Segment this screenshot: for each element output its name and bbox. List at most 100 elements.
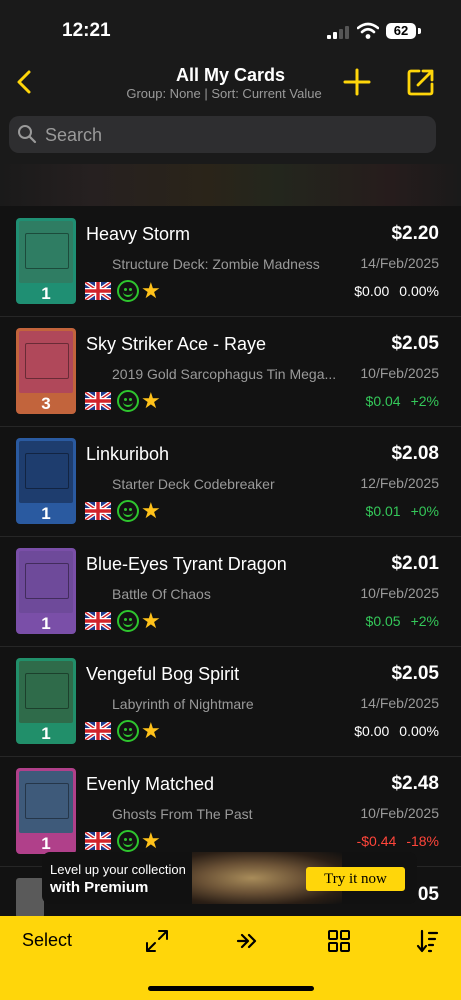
card-price: $2.08 — [391, 443, 439, 464]
search-icon — [18, 125, 37, 144]
card-quantity: 1 — [41, 614, 51, 633]
price-change-percent: 0.00% — [399, 723, 439, 739]
try-premium-button[interactable]: Try it now — [306, 867, 405, 891]
card-name: Sky Striker Ace - Raye — [86, 334, 267, 354]
uk-flag-icon — [85, 392, 111, 410]
share-icon[interactable] — [404, 65, 438, 99]
list-item[interactable]: 1 Vengeful Bog Spirit Labyrinth of Night… — [0, 646, 461, 757]
card-thumbnail: 1 — [16, 438, 76, 524]
card-thumbnail — [16, 878, 44, 918]
uk-flag-icon — [85, 612, 111, 630]
star-icon: ★ — [141, 498, 161, 523]
card-name: Vengeful Bog Spirit — [86, 664, 240, 684]
star-icon: ★ — [141, 718, 161, 743]
price-change-amount: $0.00 — [354, 723, 390, 739]
card-art-window — [25, 343, 69, 379]
price-change: -$0.44 -18% — [357, 833, 439, 849]
card-name: Blue-Eyes Tyrant Dragon — [86, 554, 287, 574]
uk-flag-icon — [85, 832, 111, 850]
card-thumbnail: 1 — [16, 548, 76, 634]
card-art-window — [25, 453, 69, 489]
card-price-date: 14/Feb/2025 — [360, 695, 439, 711]
star-icon: ★ — [141, 388, 161, 413]
list-item[interactable]: 1 Linkuriboh Starter Deck Codebreaker ★ … — [0, 426, 461, 537]
card-artwork — [19, 441, 73, 503]
search-input[interactable] — [43, 116, 427, 155]
search-box[interactable] — [9, 116, 436, 155]
card-thumbnail: 1 — [16, 768, 76, 854]
bottom-toolbar: Select — [0, 916, 461, 1000]
card-thumbnail: 1 — [16, 658, 76, 744]
uk-flag-icon — [85, 502, 111, 520]
grid-icon[interactable] — [326, 928, 352, 954]
condition-smile-icon — [117, 500, 139, 522]
condition-smile-icon — [117, 720, 139, 742]
card-artwork — [19, 551, 73, 613]
sort-icon[interactable] — [414, 928, 440, 954]
select-button[interactable]: Select — [22, 930, 72, 951]
premium-promo-banner[interactable]: Level up your collection with Premium Tr… — [42, 852, 417, 904]
condition-smile-icon — [117, 280, 139, 302]
condition-smile-icon — [117, 610, 139, 632]
card-art-window — [25, 233, 69, 269]
page-subtitle: Group: None | Sort: Current Value — [126, 86, 322, 101]
price-change: $0.00 0.00% — [354, 723, 439, 739]
price-change: $0.01 +0% — [366, 503, 439, 519]
price-change-percent: +2% — [410, 393, 439, 409]
price-change-amount: $0.01 — [365, 503, 401, 519]
wifi-icon — [357, 22, 379, 39]
list-item[interactable]: 1 Blue-Eyes Tyrant Dragon Battle Of Chao… — [0, 536, 461, 647]
ad-banner-strip — [0, 164, 461, 206]
uk-flag-icon — [85, 282, 111, 300]
card-artwork — [19, 771, 73, 833]
card-price-date: 10/Feb/2025 — [360, 805, 439, 821]
price-change-percent: +0% — [410, 503, 439, 519]
card-price: $2.01 — [391, 553, 439, 574]
status-time: 12:21 — [62, 20, 111, 41]
status-bar: 12:21 62 — [0, 0, 461, 58]
price-change-amount: -$0.44 — [356, 833, 397, 849]
card-set: Structure Deck: Zombie Madness — [112, 256, 320, 272]
card-price: 05 — [417, 884, 439, 905]
card-art-window — [25, 673, 69, 709]
price-change-percent: 0.00% — [399, 283, 439, 299]
card-name: Evenly Matched — [86, 774, 215, 794]
price-change-amount: $0.00 — [354, 283, 390, 299]
price-change: $0.00 0.00% — [354, 283, 439, 299]
card-price: $2.48 — [391, 773, 439, 794]
card-quantity: 1 — [41, 504, 51, 523]
card-art-window — [25, 563, 69, 599]
card-quantity: 1 — [41, 284, 51, 303]
list-item[interactable]: 3 Sky Striker Ace - Raye 2019 Gold Sarco… — [0, 316, 461, 427]
search-bar — [0, 106, 461, 164]
star-icon: ★ — [141, 278, 161, 303]
card-price: $2.05 — [391, 663, 439, 684]
price-change-percent: -18% — [406, 833, 439, 849]
card-quantity: 1 — [41, 724, 51, 743]
list-item[interactable]: 1 Evenly Matched Ghosts From The Past ★ … — [0, 756, 461, 867]
price-change-amount: $0.05 — [365, 613, 401, 629]
card-art-window — [25, 783, 69, 819]
star-icon: ★ — [141, 608, 161, 633]
price-change: $0.04 +2% — [366, 393, 439, 409]
card-quantity: 1 — [41, 834, 51, 853]
price-change-percent: +2% — [410, 613, 439, 629]
nav-bar: All My Cards Group: None | Sort: Current… — [0, 58, 461, 106]
plus-icon[interactable] — [341, 66, 373, 98]
forward-icon[interactable] — [235, 928, 261, 954]
card-name: Linkuriboh — [86, 444, 170, 464]
condition-smile-icon — [117, 830, 139, 852]
card-set: Ghosts From The Past — [112, 806, 253, 822]
card-quantity: 3 — [41, 394, 51, 413]
home-indicator — [148, 986, 314, 991]
card-price: $2.05 — [391, 333, 439, 354]
expand-icon[interactable] — [144, 928, 170, 954]
card-price-date: 12/Feb/2025 — [360, 475, 439, 491]
list-item[interactable]: 1 Heavy Storm Structure Deck: Zombie Mad… — [0, 206, 461, 317]
card-artwork — [19, 661, 73, 723]
card-price-date: 10/Feb/2025 — [360, 585, 439, 601]
condition-smile-icon — [117, 390, 139, 412]
price-change-amount: $0.04 — [365, 393, 401, 409]
battery-tip — [418, 28, 421, 34]
price-change: $0.05 +2% — [366, 613, 439, 629]
